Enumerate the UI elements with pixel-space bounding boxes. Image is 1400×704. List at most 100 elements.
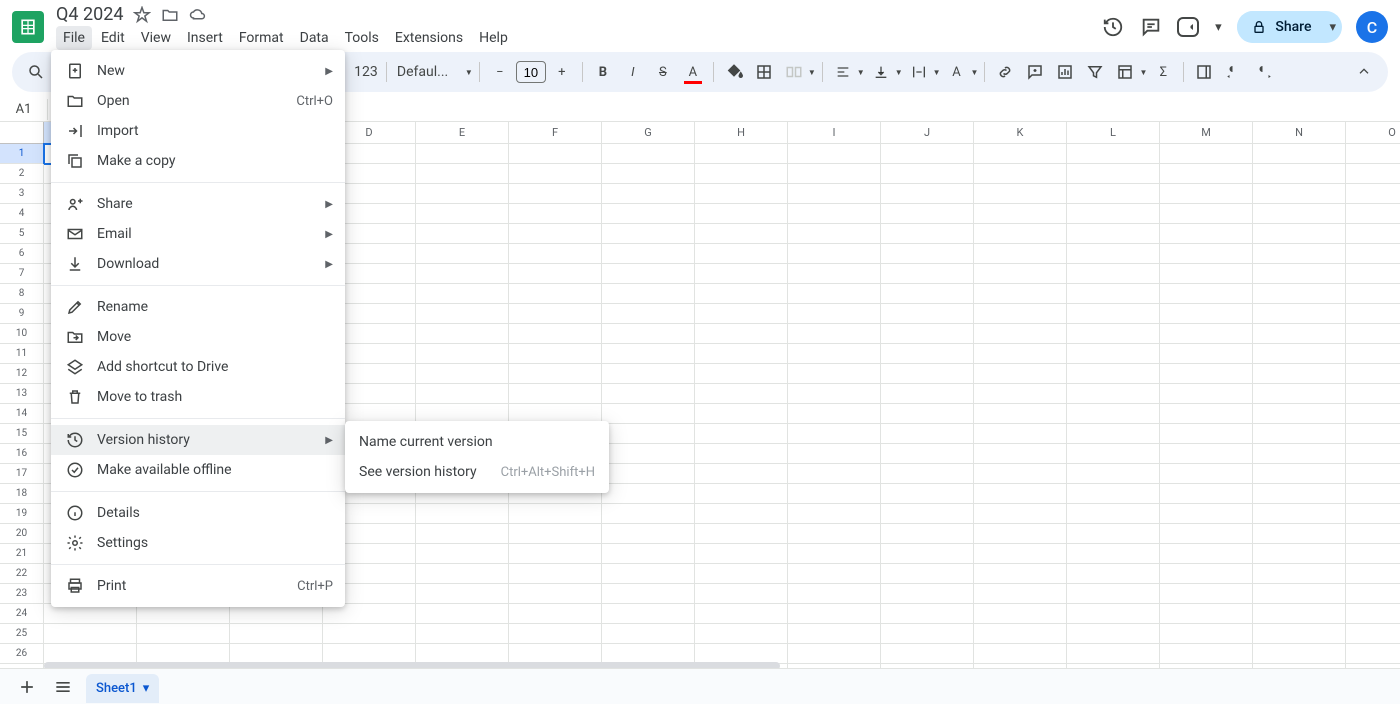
file-make-a-copy[interactable]: Make a copy xyxy=(51,146,345,176)
cell[interactable] xyxy=(602,604,695,624)
cell[interactable] xyxy=(1346,644,1400,664)
file-print[interactable]: PrintCtrl+P xyxy=(51,571,345,601)
cell[interactable] xyxy=(695,164,788,184)
cell[interactable] xyxy=(1067,264,1160,284)
cell[interactable] xyxy=(695,624,788,644)
cell[interactable] xyxy=(44,624,137,644)
cell[interactable] xyxy=(1253,384,1346,404)
cell[interactable] xyxy=(137,644,230,664)
cell[interactable] xyxy=(1346,184,1400,204)
cell[interactable] xyxy=(695,284,788,304)
merge-cells-button[interactable] xyxy=(780,58,808,86)
cell[interactable] xyxy=(974,204,1067,224)
cell[interactable] xyxy=(1253,244,1346,264)
number-format-button[interactable]: 123 xyxy=(352,58,380,86)
cell[interactable] xyxy=(509,524,602,544)
cell[interactable] xyxy=(974,264,1067,284)
row-header[interactable]: 8 xyxy=(0,284,44,304)
column-header[interactable]: L xyxy=(1067,122,1160,144)
cell[interactable] xyxy=(974,444,1067,464)
cell[interactable] xyxy=(1346,224,1400,244)
cell[interactable] xyxy=(881,644,974,664)
row-header[interactable]: 20 xyxy=(0,524,44,544)
cell[interactable] xyxy=(602,584,695,604)
menu-view[interactable]: View xyxy=(134,26,178,50)
cell[interactable] xyxy=(881,284,974,304)
cell[interactable] xyxy=(1067,204,1160,224)
cell[interactable] xyxy=(1160,564,1253,584)
column-header[interactable]: M xyxy=(1160,122,1253,144)
cell[interactable] xyxy=(695,184,788,204)
cell[interactable] xyxy=(788,344,881,364)
cell[interactable] xyxy=(1160,584,1253,604)
cell[interactable] xyxy=(1346,204,1400,224)
move-folder-icon[interactable] xyxy=(161,6,179,24)
cell[interactable] xyxy=(695,404,788,424)
cell[interactable] xyxy=(323,604,416,624)
cell[interactable] xyxy=(788,564,881,584)
cell[interactable] xyxy=(788,204,881,224)
cell[interactable] xyxy=(1067,584,1160,604)
font-size-input[interactable] xyxy=(516,61,546,83)
cell[interactable] xyxy=(1067,444,1160,464)
menu-help[interactable]: Help xyxy=(472,26,515,50)
cell[interactable] xyxy=(416,244,509,264)
cell[interactable] xyxy=(509,204,602,224)
cell[interactable] xyxy=(1346,624,1400,644)
cell[interactable] xyxy=(416,224,509,244)
bold-button[interactable]: B xyxy=(589,58,617,86)
cell[interactable] xyxy=(974,504,1067,524)
cell[interactable] xyxy=(1160,504,1253,524)
cell[interactable] xyxy=(788,264,881,284)
menu-extensions[interactable]: Extensions xyxy=(388,26,470,50)
cell[interactable] xyxy=(1253,204,1346,224)
cell[interactable] xyxy=(323,624,416,644)
vertical-align-button[interactable] xyxy=(867,58,895,86)
cell[interactable] xyxy=(881,204,974,224)
cell[interactable] xyxy=(416,164,509,184)
cell[interactable] xyxy=(1253,144,1346,164)
cell[interactable] xyxy=(230,604,323,624)
cell[interactable] xyxy=(1346,524,1400,544)
cell[interactable] xyxy=(1253,364,1346,384)
cell[interactable] xyxy=(974,244,1067,264)
cell[interactable] xyxy=(1253,264,1346,284)
all-sheets-button[interactable] xyxy=(50,674,76,700)
cell[interactable] xyxy=(1346,444,1400,464)
comments-icon[interactable] xyxy=(1139,15,1163,39)
cell[interactable] xyxy=(1253,444,1346,464)
cell[interactable] xyxy=(602,264,695,284)
file-share[interactable]: Share▶ xyxy=(51,189,345,219)
file-version-history[interactable]: Version history▶ xyxy=(51,425,345,455)
share-caret-icon[interactable]: ▾ xyxy=(1325,20,1342,35)
cell[interactable] xyxy=(509,144,602,164)
cell[interactable] xyxy=(974,284,1067,304)
cell[interactable] xyxy=(974,644,1067,664)
sheets-logo[interactable] xyxy=(12,11,44,43)
cell[interactable] xyxy=(1160,184,1253,204)
file-email[interactable]: Email▶ xyxy=(51,219,345,249)
cell[interactable] xyxy=(137,624,230,644)
cell[interactable] xyxy=(881,364,974,384)
file-open[interactable]: OpenCtrl+O xyxy=(51,86,345,116)
cell[interactable] xyxy=(602,524,695,544)
cell[interactable] xyxy=(974,624,1067,644)
cell[interactable] xyxy=(509,184,602,204)
cell[interactable] xyxy=(602,624,695,644)
cell[interactable] xyxy=(1253,284,1346,304)
cell[interactable] xyxy=(1160,264,1253,284)
cell[interactable] xyxy=(788,164,881,184)
cell[interactable] xyxy=(1067,524,1160,544)
cell[interactable] xyxy=(1160,364,1253,384)
cell[interactable] xyxy=(881,144,974,164)
cell[interactable] xyxy=(1067,184,1160,204)
text-color-button[interactable]: A xyxy=(679,58,707,86)
increase-font-button[interactable]: + xyxy=(548,58,576,86)
cell[interactable] xyxy=(788,624,881,644)
cell[interactable] xyxy=(695,464,788,484)
cell[interactable] xyxy=(1160,524,1253,544)
file-settings[interactable]: Settings xyxy=(51,528,345,558)
row-header[interactable]: 6 xyxy=(0,244,44,264)
cell[interactable] xyxy=(1160,624,1253,644)
rtl-left-icon[interactable] xyxy=(1220,58,1248,86)
